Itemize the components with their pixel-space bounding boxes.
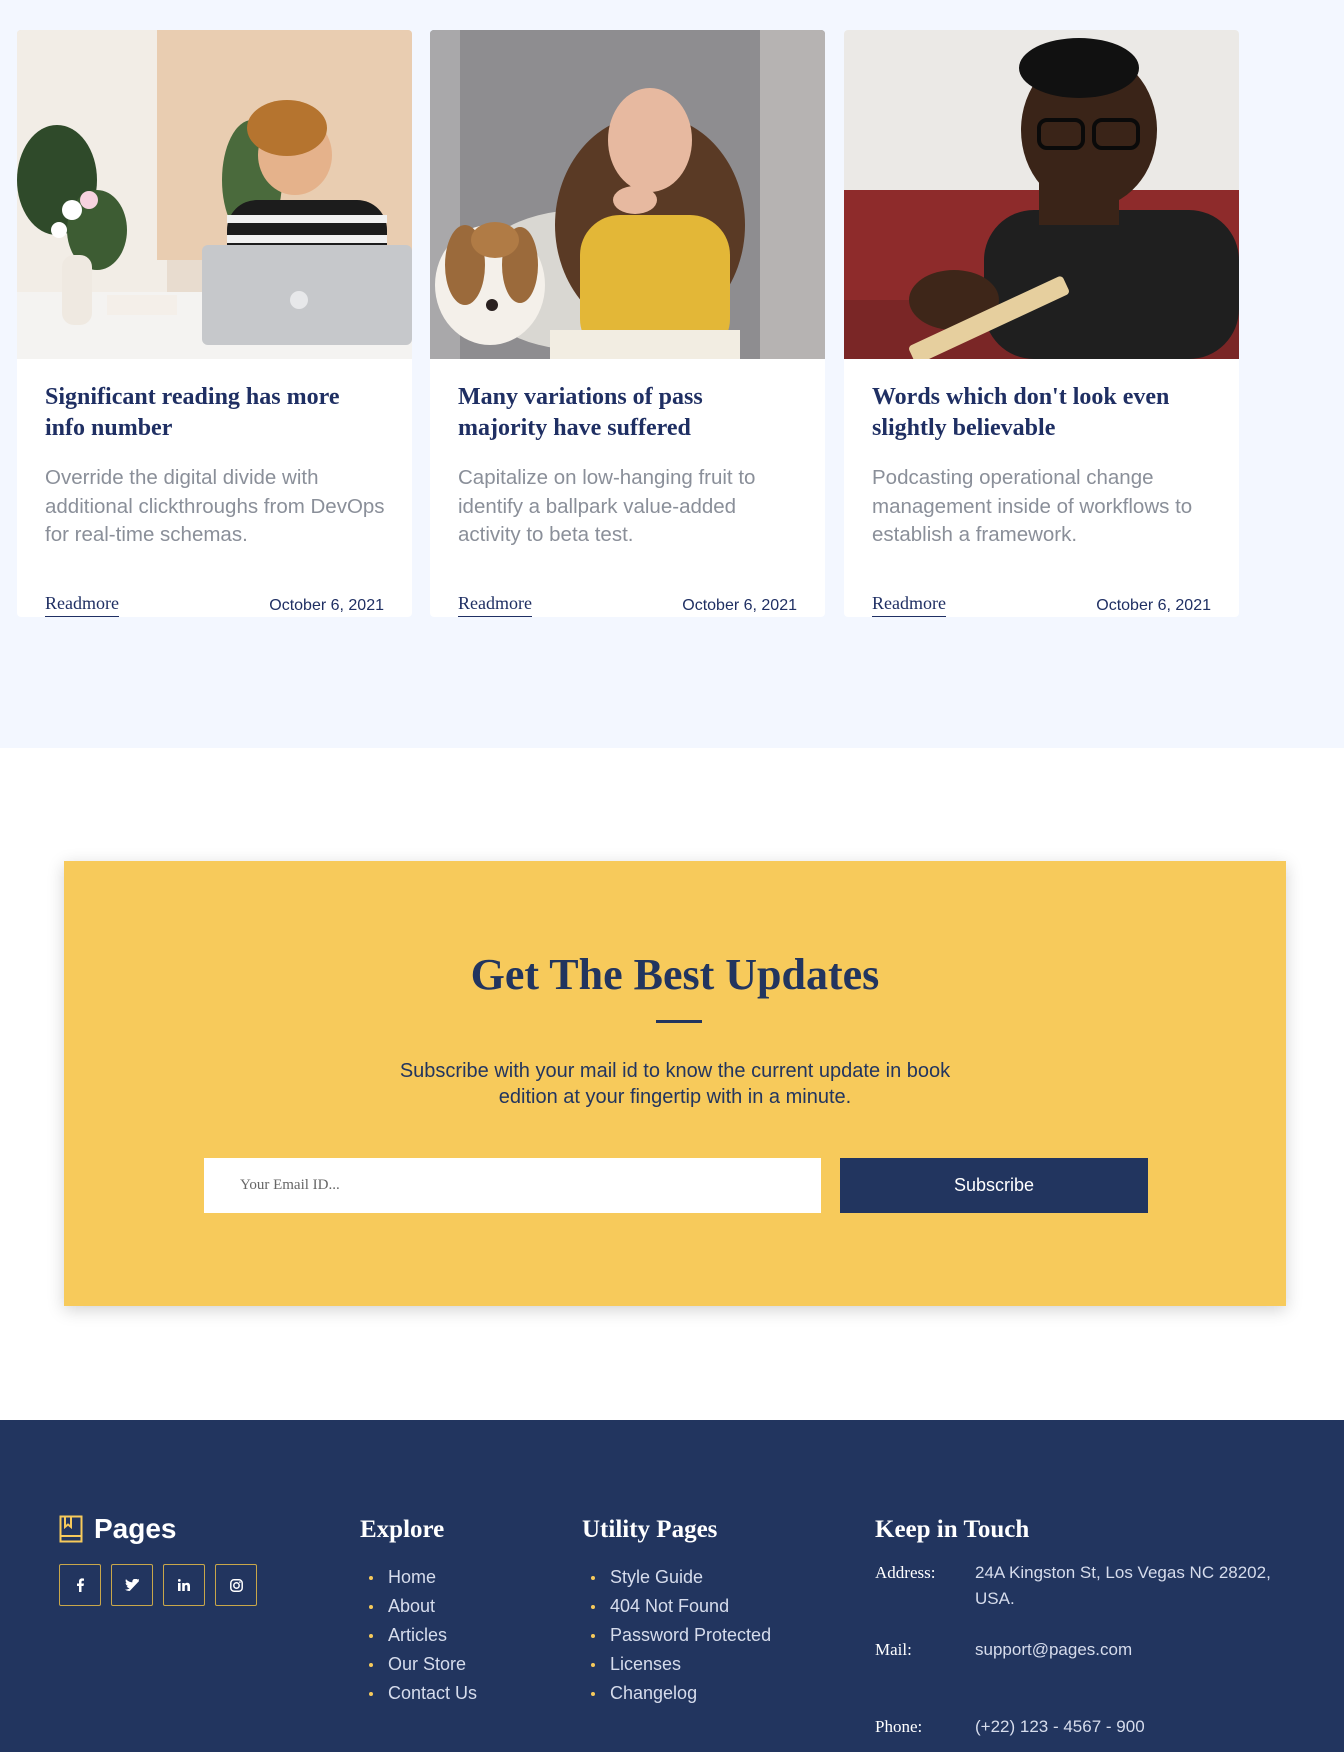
contact-phone-row: Phone: (+22) 123 - 4567 - 900 <box>875 1714 1295 1740</box>
phone-value[interactable]: (+22) 123 - 4567 - 900 <box>975 1714 1295 1740</box>
brand-name: Pages <box>94 1513 177 1544</box>
instagram-icon[interactable] <box>215 1564 257 1606</box>
readmore-link[interactable]: Readmore <box>872 592 946 617</box>
phone-label: Phone: <box>875 1717 923 1736</box>
contact-address-row: Address: 24A Kingston St, Los Vegas NC 2… <box>875 1560 1295 1612</box>
twitter-icon[interactable] <box>111 1564 153 1606</box>
footer-link-about[interactable]: About <box>360 1592 477 1621</box>
footer-link-home[interactable]: Home <box>360 1563 477 1592</box>
explore-title: Explore <box>360 1516 445 1543</box>
card-date: October 6, 2021 <box>1096 597 1211 614</box>
footer-link-licenses[interactable]: Licenses <box>582 1650 771 1679</box>
footer-link-password-protected[interactable]: Password Protected <box>582 1621 771 1650</box>
footer-link-404[interactable]: 404 Not Found <box>582 1592 771 1621</box>
card-image-woman-dog[interactable] <box>430 30 825 359</box>
card-title[interactable]: Significant reading has more info number <box>45 382 365 444</box>
blog-section: Significant reading has more info number… <box>0 0 1344 748</box>
card-excerpt: Override the digital divide with additio… <box>45 466 385 546</box>
footer-link-changelog[interactable]: Changelog <box>582 1679 771 1708</box>
newsletter-title: Get The Best Updates <box>470 950 880 999</box>
readmore-link[interactable]: Readmore <box>458 592 532 617</box>
utility-title: Utility Pages <box>582 1516 718 1543</box>
footer-link-style-guide[interactable]: Style Guide <box>582 1563 771 1592</box>
address-value: 24A Kingston St, Los Vegas NC 28202, USA… <box>975 1563 1271 1608</box>
newsletter-description: Subscribe with your mail id to know the … <box>399 1060 951 1108</box>
newsletter-section: Get The Best Updates Subscribe with your… <box>64 861 1286 1306</box>
card-image-woman-laptop[interactable] <box>17 30 412 359</box>
card-title[interactable]: Words which don't look even slightly bel… <box>872 382 1192 444</box>
card-image-man-reading[interactable] <box>844 30 1239 359</box>
readmore-link[interactable]: Readmore <box>45 592 119 617</box>
card-excerpt: Capitalize on low-hanging fruit to ident… <box>458 466 756 546</box>
footer-link-articles[interactable]: Articles <box>360 1621 477 1650</box>
mail-label: Mail: <box>875 1640 912 1659</box>
book-icon <box>59 1515 83 1543</box>
linkedin-icon[interactable] <box>163 1564 205 1606</box>
email-input[interactable] <box>204 1158 821 1213</box>
subscribe-button[interactable]: Subscribe <box>840 1158 1148 1213</box>
mail-value[interactable]: support@pages.com <box>975 1637 1295 1663</box>
footer-link-contact-us[interactable]: Contact Us <box>360 1679 477 1708</box>
blog-card: Many variations of pass majority have su… <box>430 30 825 617</box>
blog-card: Significant reading has more info number… <box>17 30 412 617</box>
footer-brand[interactable]: Pages <box>59 1512 177 1546</box>
contact-mail-row: Mail: support@pages.com <box>875 1637 1295 1663</box>
explore-menu: Home About Articles Our Store Contact Us <box>360 1563 477 1708</box>
facebook-icon[interactable] <box>59 1564 101 1606</box>
footer-link-our-store[interactable]: Our Store <box>360 1650 477 1679</box>
address-label: Address: <box>875 1563 936 1582</box>
card-title[interactable]: Many variations of pass majority have su… <box>458 382 778 444</box>
title-divider <box>656 1020 702 1023</box>
blog-card: Words which don't look even slightly bel… <box>844 30 1239 617</box>
site-footer: Pages Explore Home About Articles Our St… <box>0 1420 1344 1752</box>
card-date: October 6, 2021 <box>269 597 384 614</box>
social-links <box>59 1564 257 1606</box>
card-date: October 6, 2021 <box>682 597 797 614</box>
utility-menu: Style Guide 404 Not Found Password Prote… <box>582 1563 771 1708</box>
card-excerpt: Podcasting operational change management… <box>872 466 1193 546</box>
contact-title: Keep in Touch <box>875 1516 1030 1543</box>
